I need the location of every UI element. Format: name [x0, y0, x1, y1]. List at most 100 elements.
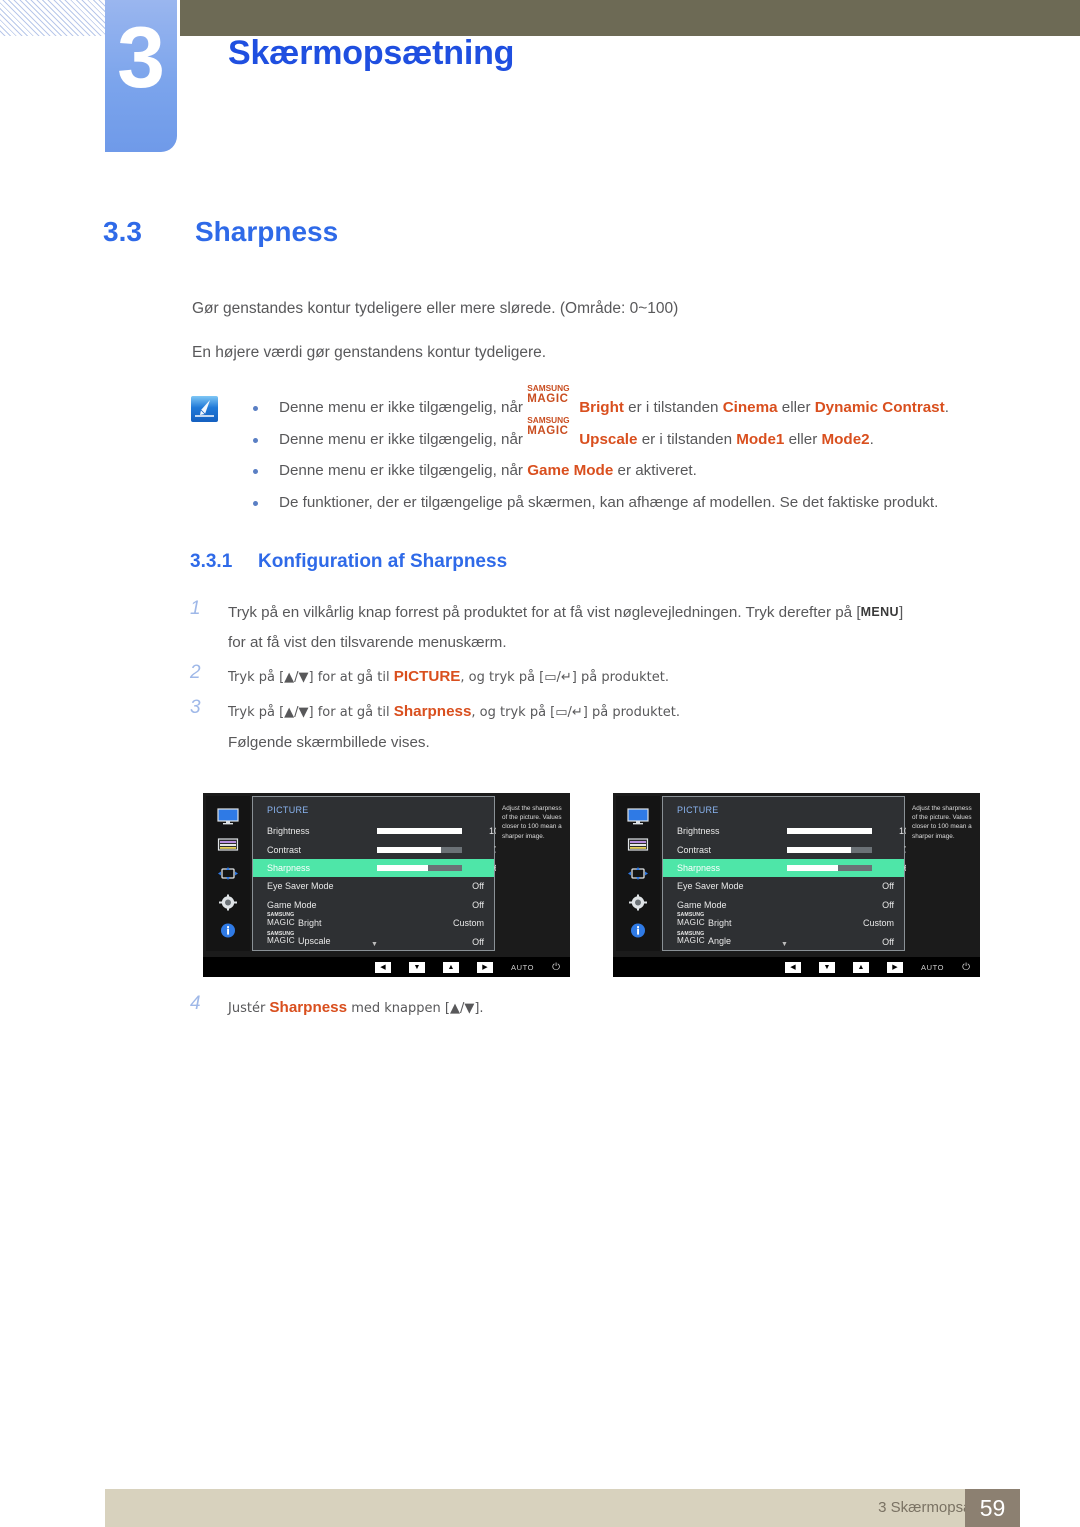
magic-suffix: Upscale [579, 430, 638, 448]
list-icon [627, 836, 649, 853]
bullet-text-post: er aktiveret. [613, 462, 697, 479]
bullet-text-post: . [869, 430, 874, 448]
osd-button-auto[interactable]: AUTO [921, 963, 944, 972]
osd-row-label: Brightness [677, 826, 720, 837]
section-number: 3.3 [103, 216, 142, 247]
osd-sidebar [616, 796, 660, 951]
osd-row-label: Contrast [267, 844, 302, 855]
osd-row-value: Custom [862, 918, 894, 929]
bullet-text-mid: er i tilstanden [623, 399, 723, 416]
magic-bottom-text: MAGIC [677, 917, 705, 927]
osd-slider[interactable] [377, 828, 462, 835]
page-number: 59 [979, 1494, 1006, 1521]
osd-row-label: Game Mode [677, 899, 727, 910]
move-arrows-icon [627, 865, 649, 882]
osd-row-label: Bright [708, 917, 732, 928]
monitor-icon [217, 808, 239, 825]
subsection-number: 3.3.1 [190, 551, 233, 572]
osd-row-sharpness[interactable]: Sharpness 60 [253, 858, 504, 878]
list-item: De funktioner, der er tilgængelige på sk… [243, 487, 1033, 519]
osd-button-right[interactable]: ▶ [886, 961, 903, 973]
osd-row-contrast[interactable]: Contrast 75 [253, 840, 504, 858]
chevron-down-icon[interactable]: ▼ [253, 941, 496, 948]
intro-paragraph-1: Gør genstandes kontur tydeligere eller m… [192, 300, 679, 317]
step-list: 1 Tryk på en vilkårlig knap forrest på p… [190, 598, 1020, 762]
bullet-text-mid: er i tilstanden [637, 430, 737, 448]
power-icon[interactable]: ⏻ [962, 962, 970, 973]
footer-page-box: 59 [965, 1489, 1020, 1527]
bullet-text-pre: Denne menu er ikke tilgængelig, når [279, 430, 528, 448]
osd-row-eye-saver-mode[interactable]: Eye Saver Mode Off [663, 877, 904, 895]
power-icon[interactable]: ⏻ [552, 962, 560, 973]
list-item: 1 Tryk på en vilkårlig knap forrest på p… [190, 598, 1020, 658]
step-number: 1 [190, 598, 201, 619]
step-text: Justér Sharpness med knappen [▲/▼]. [228, 993, 890, 1024]
subsection-title: Konfiguration af Sharpness [258, 551, 508, 572]
highlight-1: Mode1 [736, 430, 785, 448]
highlight-1: Game Mode [527, 462, 614, 479]
step-highlight: PICTURE [393, 668, 461, 685]
osd-slider[interactable] [787, 864, 872, 871]
chevron-down-icon[interactable]: ▼ [663, 941, 906, 948]
menu-key-label: MENU [860, 605, 899, 619]
osd-row-label: Sharpness [677, 862, 721, 873]
osd-button-down[interactable]: ▼ [818, 961, 835, 973]
magic-top-text: SAMSUNG [527, 383, 570, 393]
osd-row-label: Brightness [267, 826, 310, 837]
osd-row-contrast[interactable]: Contrast 75 [663, 840, 914, 858]
bullet-text-pre: De funktioner, der er tilgængelige på sk… [279, 493, 939, 511]
magic-bottom-text: MAGIC [527, 393, 569, 405]
bullet-text-post: . [944, 399, 949, 416]
bullet-text-mid2: eller [777, 399, 815, 416]
samsung-magic-logo: SAMSUNG MAGIC Bright [677, 912, 787, 929]
osd-row-label: Sharpness [267, 862, 311, 873]
osd-screenshot-right: PICTURE Brightness 100 Contrast 75 Sharp… [613, 793, 980, 977]
osd-slider[interactable] [787, 828, 872, 835]
step-text-b: ] [898, 604, 904, 621]
osd-row-brightness[interactable]: Brightness 100 [663, 822, 914, 840]
osd-sidebar [206, 796, 250, 951]
magic-top-text: SAMSUNG [527, 414, 570, 425]
highlight-2: Mode2 [821, 430, 870, 448]
osd-menu-title: PICTURE [677, 805, 719, 815]
note-pencil-icon [190, 394, 220, 424]
osd-row-brightness[interactable]: Brightness 100 [253, 822, 504, 840]
osd-row-list: Brightness 100 Contrast 75 Sharpness 60 … [253, 822, 504, 951]
osd-row-list: Brightness 100 Contrast 75 Sharpness 60 … [663, 822, 914, 951]
step-highlight: Sharpness [269, 999, 348, 1016]
osd-menu-panel: PICTURE Brightness 100 Contrast 75 Sharp… [252, 796, 504, 951]
osd-button-up[interactable]: ▲ [442, 961, 459, 973]
osd-row-value: Off [472, 881, 484, 892]
samsung-magic-logo: SAMSUNG MAGIC [527, 415, 579, 444]
osd-button-bar: ◀ ▼ ▲ ▶ AUTO ⏻ [613, 957, 980, 977]
move-arrows-icon [217, 865, 239, 882]
osd-row-value: Custom [452, 918, 484, 929]
osd-row-label: Bright [298, 917, 322, 928]
subsection-heading: 3.3.1 Konfiguration af Sharpness [190, 551, 507, 573]
samsung-magic-logo: SAMSUNG MAGIC Bright [267, 912, 377, 929]
osd-button-right[interactable]: ▶ [476, 961, 493, 973]
chapter-title: Skærmopsætning [228, 34, 515, 72]
osd-button-left[interactable]: ◀ [784, 961, 801, 973]
osd-row-sharpness[interactable]: Sharpness 60 [663, 858, 914, 878]
step-text-a: Tryk på [▲/▼] for at gå til [228, 705, 394, 720]
osd-button-auto[interactable]: AUTO [511, 963, 534, 972]
step-4: 4 Justér Sharpness med knappen [▲/▼]. [190, 993, 890, 1024]
list-item: 3 Tryk på [▲/▼] for at gå til Sharpness,… [190, 697, 1020, 758]
osd-slider[interactable] [377, 864, 462, 871]
osd-button-left[interactable]: ◀ [374, 961, 391, 973]
osd-button-up[interactable]: ▲ [852, 961, 869, 973]
osd-row-eye-saver-mode[interactable]: Eye Saver Mode Off [253, 877, 494, 895]
osd-help-text: Adjust the sharpness of the picture. Val… [906, 796, 977, 951]
header-hatch-decoration [0, 0, 110, 36]
note-bullet-list: Denne menu er ikke tilgængelig, når SAMS… [243, 384, 1033, 519]
osd-button-down[interactable]: ▼ [408, 961, 425, 973]
step-number: 2 [190, 662, 201, 683]
osd-row-label: Eye Saver Mode [267, 881, 334, 892]
osd-row-value: Off [882, 881, 894, 892]
step-text-line2: Følgende skærmbillede vises. [228, 734, 430, 751]
osd-slider[interactable] [787, 846, 872, 853]
gear-icon [217, 894, 239, 911]
osd-slider[interactable] [377, 846, 462, 853]
osd-help-text: Adjust the sharpness of the picture. Val… [496, 796, 567, 951]
